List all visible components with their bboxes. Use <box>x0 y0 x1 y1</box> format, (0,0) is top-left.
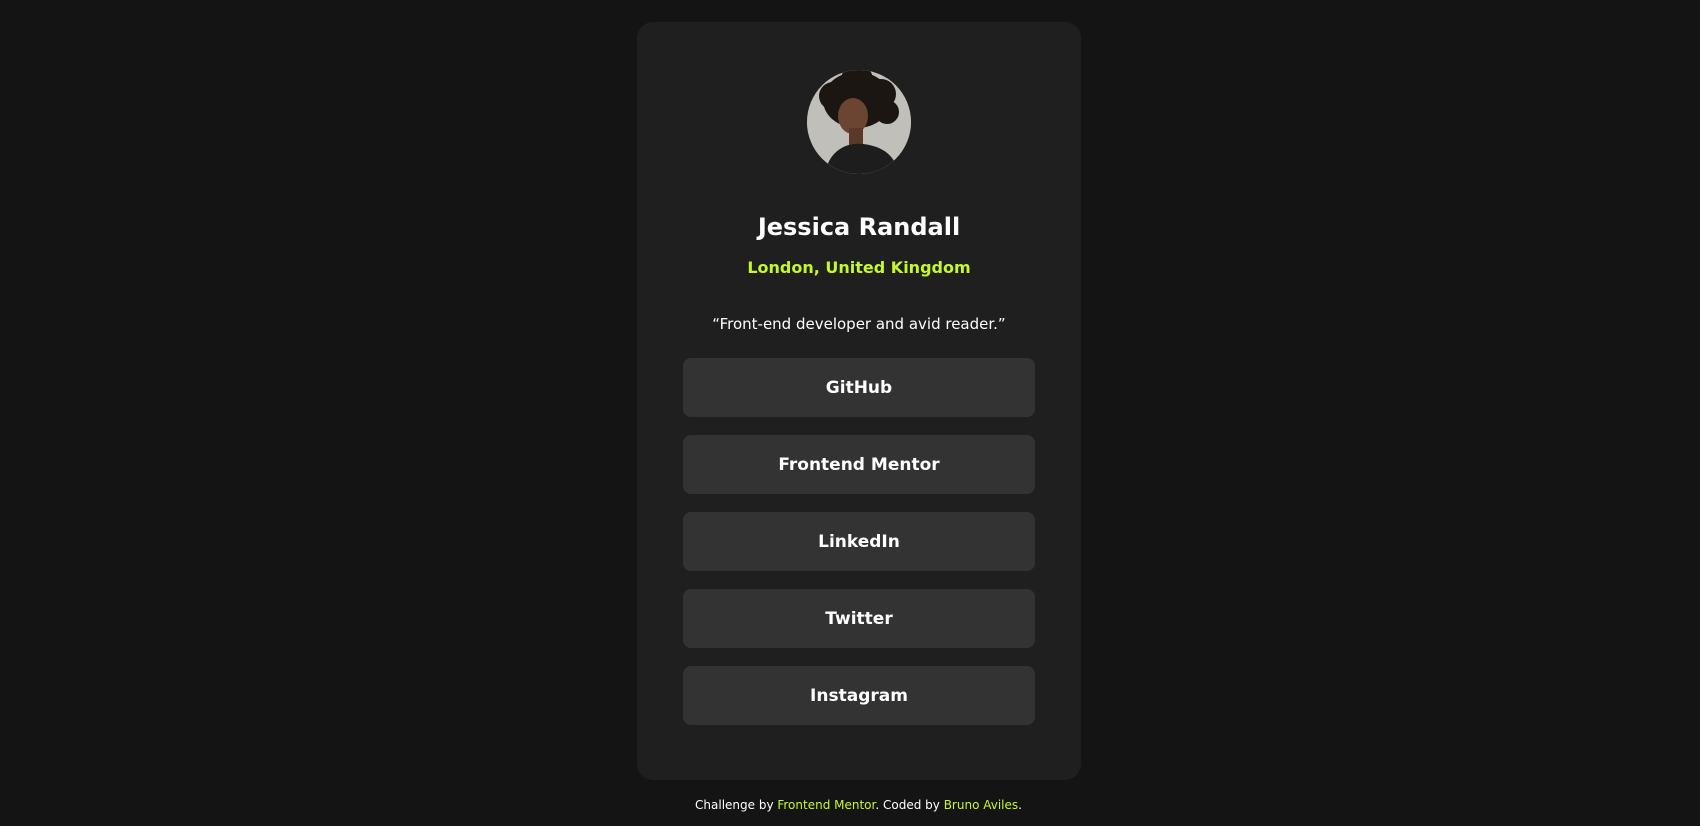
attribution-prefix: Challenge by <box>695 798 778 812</box>
twitter-link-button[interactable]: Twitter <box>683 589 1035 648</box>
profile-card: Jessica Randall London, United Kingdom “… <box>637 22 1081 780</box>
linkedin-link-button[interactable]: LinkedIn <box>683 512 1035 571</box>
attribution-suffix: . <box>1018 798 1022 812</box>
profile-name: Jessica Randall <box>757 213 961 241</box>
instagram-link-button[interactable]: Instagram <box>683 666 1035 725</box>
frontend-mentor-attribution-link[interactable]: Frontend Mentor <box>777 798 875 812</box>
profile-bio: “Front-end developer and avid reader.” <box>712 315 1006 333</box>
page: Jessica Randall London, United Kingdom “… <box>0 0 1700 826</box>
avatar-photo <box>807 70 911 174</box>
avatar <box>807 70 911 174</box>
social-links: GitHub Frontend Mentor LinkedIn Twitter … <box>683 358 1035 725</box>
attribution-middle: . Coded by <box>875 798 944 812</box>
attribution-footer: Challenge by Frontend Mentor. Coded by B… <box>0 797 1700 813</box>
frontend-mentor-link-button[interactable]: Frontend Mentor <box>683 435 1035 494</box>
author-link[interactable]: Bruno Aviles <box>944 798 1018 812</box>
profile-location: London, United Kingdom <box>747 258 971 277</box>
github-link-button[interactable]: GitHub <box>683 358 1035 417</box>
